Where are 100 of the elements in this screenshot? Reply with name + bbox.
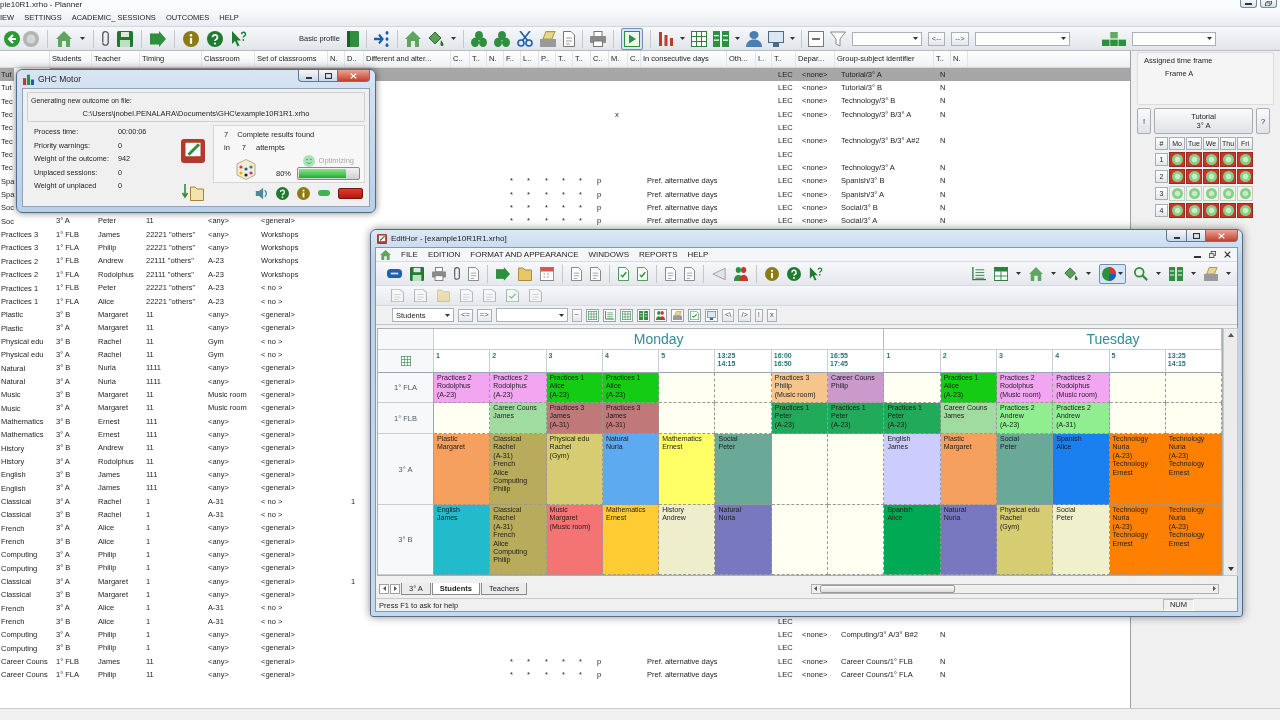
list-icon[interactable] bbox=[602, 308, 616, 322]
house-icon[interactable] bbox=[56, 30, 72, 47]
caret-icon[interactable] bbox=[1226, 272, 1231, 275]
notebook-icon[interactable] bbox=[181, 139, 205, 163]
table-icon[interactable] bbox=[994, 266, 1008, 281]
caret-icon[interactable] bbox=[1051, 272, 1056, 275]
paint-bucket-icon[interactable] bbox=[427, 30, 444, 47]
time-slot[interactable] bbox=[1220, 152, 1236, 167]
caret-icon[interactable] bbox=[734, 37, 740, 40]
arrow-box-icon[interactable] bbox=[496, 266, 510, 281]
minimize-button[interactable] bbox=[298, 70, 318, 82]
minus-square-icon[interactable] bbox=[807, 30, 824, 47]
maximize-button[interactable] bbox=[318, 70, 338, 82]
check-document-icon[interactable] bbox=[687, 308, 701, 322]
document-icon[interactable] bbox=[571, 266, 582, 281]
document-icon[interactable] bbox=[468, 266, 479, 281]
scroll-left-button[interactable] bbox=[379, 583, 389, 594]
pointer-question-icon[interactable] bbox=[231, 30, 247, 47]
dropdown-field[interactable] bbox=[974, 31, 1070, 46]
help-icon[interactable] bbox=[787, 266, 801, 281]
info-icon[interactable] bbox=[183, 30, 199, 47]
menu-item[interactable]: FORMAT AND APPEARANCE bbox=[470, 249, 579, 260]
paperclip-icon[interactable] bbox=[454, 267, 460, 280]
check-document-icon[interactable] bbox=[637, 266, 648, 281]
arrow-icon[interactable] bbox=[373, 30, 390, 47]
printer-icon[interactable] bbox=[589, 30, 606, 47]
time-slot[interactable] bbox=[1237, 169, 1253, 184]
close-icon[interactable] bbox=[1224, 251, 1231, 258]
document-icon[interactable] bbox=[562, 30, 575, 47]
pointer-question-icon[interactable] bbox=[809, 266, 823, 281]
tray-icon[interactable] bbox=[539, 30, 556, 47]
list-icon[interactable] bbox=[972, 266, 986, 281]
people-icon[interactable] bbox=[734, 266, 748, 281]
menu-item[interactable]: WINDOWS bbox=[588, 249, 629, 260]
close-button[interactable] bbox=[338, 70, 370, 82]
house-icon[interactable] bbox=[404, 30, 421, 47]
caret-icon[interactable] bbox=[1191, 272, 1196, 275]
caret-icon[interactable] bbox=[450, 37, 456, 40]
maximize-button[interactable] bbox=[1186, 230, 1206, 242]
time-slot[interactable] bbox=[1203, 152, 1219, 167]
arrow-box-icon[interactable] bbox=[150, 30, 166, 47]
close-button[interactable] bbox=[1206, 230, 1238, 242]
menu-item[interactable]: REPORTS bbox=[638, 249, 678, 260]
columns-icon[interactable] bbox=[636, 308, 650, 322]
time-slot[interactable] bbox=[1186, 203, 1202, 218]
minimize-button[interactable] bbox=[1240, 0, 1257, 8]
caret-icon[interactable] bbox=[1156, 272, 1161, 275]
scissors-icon[interactable] bbox=[516, 30, 533, 47]
time-slot[interactable] bbox=[1186, 152, 1202, 167]
restore-icon[interactable] bbox=[1209, 251, 1216, 258]
caret-icon[interactable] bbox=[80, 37, 85, 40]
speaker-icon[interactable] bbox=[255, 186, 268, 200]
dropdown-field[interactable] bbox=[851, 31, 922, 46]
time-slot[interactable] bbox=[1237, 203, 1253, 218]
caret-icon[interactable] bbox=[1086, 272, 1091, 275]
columns-icon[interactable] bbox=[712, 30, 729, 47]
paperclip-icon[interactable] bbox=[102, 31, 109, 46]
menu-item[interactable]: HELP bbox=[687, 249, 709, 260]
bars-icon[interactable] bbox=[657, 30, 674, 47]
tray-icon[interactable] bbox=[1204, 266, 1218, 281]
help-icon[interactable] bbox=[207, 30, 223, 47]
caret-icon[interactable] bbox=[789, 37, 795, 40]
filter-icon[interactable] bbox=[829, 30, 846, 47]
tray-icon[interactable] bbox=[670, 308, 684, 322]
caret-icon[interactable] bbox=[1016, 272, 1021, 275]
caret-icon[interactable] bbox=[679, 37, 685, 40]
cubes-icon[interactable] bbox=[1101, 31, 1126, 46]
time-slot[interactable] bbox=[1186, 169, 1202, 184]
minimize-icon[interactable] bbox=[1194, 255, 1201, 258]
paint-bucket-icon[interactable] bbox=[1064, 266, 1078, 281]
grid-icon[interactable] bbox=[690, 30, 707, 47]
time-slot[interactable] bbox=[1169, 152, 1185, 167]
time-slot[interactable] bbox=[1203, 203, 1219, 218]
document-icon[interactable] bbox=[684, 266, 695, 281]
horizontal-scrollbar[interactable] bbox=[811, 583, 1219, 594]
time-slot[interactable] bbox=[1220, 203, 1236, 218]
monitor-icon[interactable] bbox=[767, 30, 784, 47]
calendar-icon[interactable] bbox=[540, 266, 554, 281]
people-icon[interactable] bbox=[653, 308, 667, 322]
info-icon[interactable] bbox=[297, 186, 310, 200]
vertical-scrollbar[interactable] bbox=[1223, 328, 1239, 576]
dropdown-field[interactable] bbox=[495, 308, 568, 322]
dropdown-field[interactable] bbox=[1131, 31, 1216, 46]
help-icon[interactable] bbox=[276, 186, 289, 200]
time-slot[interactable] bbox=[1220, 169, 1236, 184]
columns-icon[interactable] bbox=[1169, 266, 1183, 281]
time-slot[interactable] bbox=[1169, 203, 1185, 218]
info-icon[interactable] bbox=[765, 266, 779, 281]
menu-item[interactable]: FILE bbox=[401, 249, 418, 260]
time-slot[interactable] bbox=[1169, 169, 1185, 184]
check-document-icon[interactable] bbox=[618, 266, 629, 281]
folder-icon[interactable] bbox=[518, 266, 532, 281]
grid-icon[interactable] bbox=[585, 308, 599, 322]
restore-button[interactable] bbox=[1260, 0, 1277, 8]
clover-icon[interactable] bbox=[493, 30, 510, 47]
house-icon[interactable] bbox=[380, 249, 391, 260]
left-arrow-circle-icon[interactable] bbox=[4, 30, 20, 47]
clover-icon[interactable] bbox=[470, 30, 487, 47]
time-slot[interactable] bbox=[1237, 152, 1253, 167]
document-icon[interactable] bbox=[665, 266, 676, 281]
